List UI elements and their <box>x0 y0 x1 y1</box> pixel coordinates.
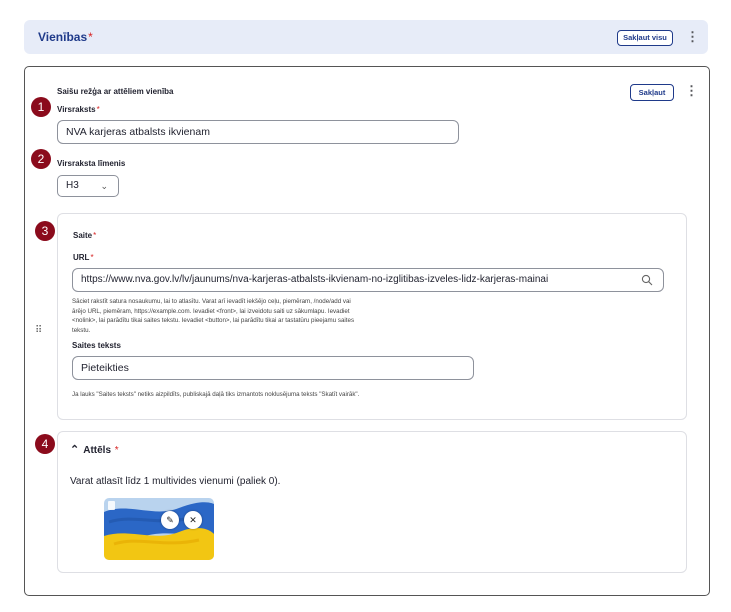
collapse-all-button[interactable]: Sakļaut visu <box>617 30 673 46</box>
marker-3: 3 <box>35 221 55 241</box>
link-title: Saite* <box>73 231 97 240</box>
pencil-icon[interactable]: ✎ <box>161 511 179 529</box>
heading-level-label: Virsraksta līmenis <box>57 159 126 168</box>
heading-input[interactable]: NVA karjeras atbalsts ikvienam <box>57 120 459 144</box>
chevron-down-icon: ⌄ <box>100 181 108 191</box>
url-input[interactable]: https://www.nva.gov.lv/lv/jaunums/nva-ka… <box>72 268 664 292</box>
ukraine-flag-image <box>104 498 214 560</box>
items-title: Vienības* <box>38 30 93 44</box>
panel-more-icon[interactable]: ⋮ <box>685 84 698 97</box>
image-card: ⌃ Attēls * Varat atlasīt līdz 1 multivide… <box>57 431 687 573</box>
link-text-input[interactable]: Pieteikties <box>72 356 474 380</box>
url-help-text: Sāciet rakstīt satura nosaukumu, lai to … <box>72 298 355 334</box>
items-header: Vienības* Sakļaut visu ⋮ <box>24 20 708 54</box>
link-grid-item-panel: Saišu režģa ar attēliem vienība Sakļaut … <box>24 66 710 596</box>
marker-2: 2 <box>31 149 51 169</box>
required-mark: * <box>88 30 93 44</box>
link-card: Saite* URL* https://www.nva.gov.lv/lv/ja… <box>57 213 687 420</box>
link-text-help: Ja lauks "Saites teksts" netiks aizpildī… <box>72 391 360 398</box>
more-actions-icon[interactable]: ⋮ <box>686 30 699 43</box>
drag-handle-icon[interactable]: ⠿ <box>35 325 42 336</box>
heading-level-select[interactable]: H3 ⌄ <box>57 175 119 197</box>
collapse-button[interactable]: Sakļaut <box>630 84 674 101</box>
image-section-toggle[interactable]: ⌃ Attēls * <box>70 443 119 456</box>
link-text-label: Saites teksts <box>72 341 121 350</box>
search-icon[interactable] <box>641 274 653 286</box>
url-label: URL* <box>73 253 94 262</box>
close-icon[interactable]: ✕ <box>184 511 202 529</box>
panel-title: Saišu režģa ar attēliem vienība <box>57 87 174 96</box>
image-info-text: Varat atlasīt līdz 1 multivides vienumi … <box>70 476 281 487</box>
marker-4: 4 <box>35 434 55 454</box>
heading-label: Virsraksts* <box>57 105 100 114</box>
chevron-up-icon: ⌃ <box>70 444 80 456</box>
flag-image-thumbnail[interactable]: ✎ ✕ <box>104 498 214 560</box>
marker-1: 1 <box>31 97 51 117</box>
checkbox-icon[interactable] <box>108 501 115 510</box>
